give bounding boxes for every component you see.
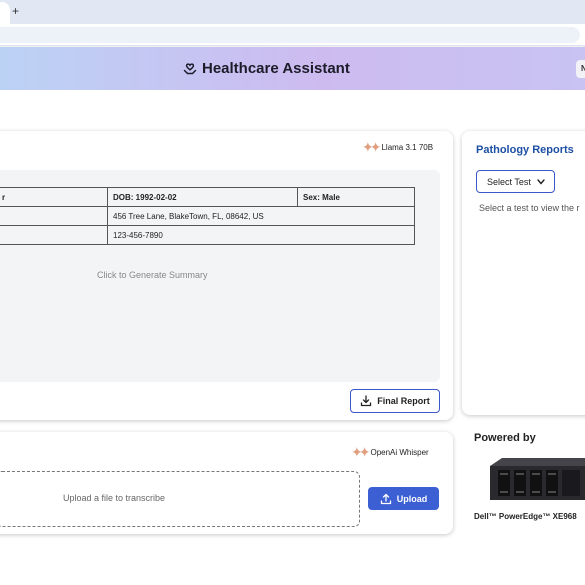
- sex-cell: Sex: Male: [297, 187, 415, 207]
- patient-name-cell: r: [0, 187, 108, 207]
- app-header: Healthcare Assistant N: [0, 47, 585, 90]
- server-caption: Dell™ PowerEdge™ XE968: [474, 512, 577, 521]
- upload-hint: Upload a file to transcribe: [63, 493, 166, 503]
- upload-icon: [380, 493, 391, 504]
- model-label: OpenAi Whisper: [370, 447, 429, 457]
- table-cell: [0, 225, 108, 245]
- phone-cell: 123-456-7890: [107, 225, 415, 245]
- table-row: r DOB: 1992-02-02 Sex: Male: [0, 187, 415, 207]
- upload-dropzone[interactable]: [0, 471, 360, 527]
- table-row: 456 Tree Lane, BlakeTown, FL, 08642, US: [0, 206, 415, 226]
- final-report-label: Final Report: [377, 396, 430, 406]
- test-select[interactable]: Select Test: [476, 170, 555, 193]
- browser-tab[interactable]: [0, 2, 10, 24]
- model-label: Llama 3.1 70B: [381, 142, 434, 152]
- dob-cell: DOB: 1992-02-02: [107, 187, 298, 207]
- upload-button[interactable]: Upload: [368, 487, 439, 510]
- address-cell: 456 Tree Lane, BlakeTown, FL, 08642, US: [107, 206, 415, 226]
- upload-label: Upload: [396, 493, 428, 504]
- download-icon: [361, 395, 372, 407]
- app-title: Healthcare Assistant: [202, 60, 350, 77]
- patient-table: r DOB: 1992-02-02 Sex: Male 456 Tree Lan…: [0, 187, 415, 245]
- select-value: Select Test: [487, 176, 531, 187]
- powered-by-heading: Powered by: [474, 432, 536, 444]
- address-bar: [0, 24, 585, 46]
- browser-tabstrip: +: [0, 0, 585, 24]
- final-report-button[interactable]: Final Report: [350, 389, 440, 413]
- url-field[interactable]: [0, 27, 580, 43]
- sparkle-icon: ✦✦: [362, 139, 382, 155]
- page-title: Healthcare Assistant: [182, 60, 350, 77]
- sparkle-icon: ✦✦: [351, 444, 371, 460]
- generate-summary-link[interactable]: Click to Generate Summary: [97, 270, 208, 280]
- table-cell: [0, 206, 108, 226]
- table-row: 123-456-7890: [0, 225, 415, 245]
- llama-model-tag: ✦✦ Llama 3.1 70B: [362, 140, 433, 154]
- pathology-title: Pathology Reports: [476, 144, 574, 156]
- header-action-button[interactable]: N: [576, 60, 585, 78]
- server-image: [490, 458, 585, 500]
- chevron-down-icon: [537, 178, 545, 185]
- pathology-hint: Select a test to view the r: [479, 203, 580, 213]
- whisper-model-tag: ✦✦ OpenAi Whisper: [351, 445, 429, 459]
- heart-hand-icon: [183, 62, 197, 74]
- new-tab-button[interactable]: +: [12, 4, 19, 18]
